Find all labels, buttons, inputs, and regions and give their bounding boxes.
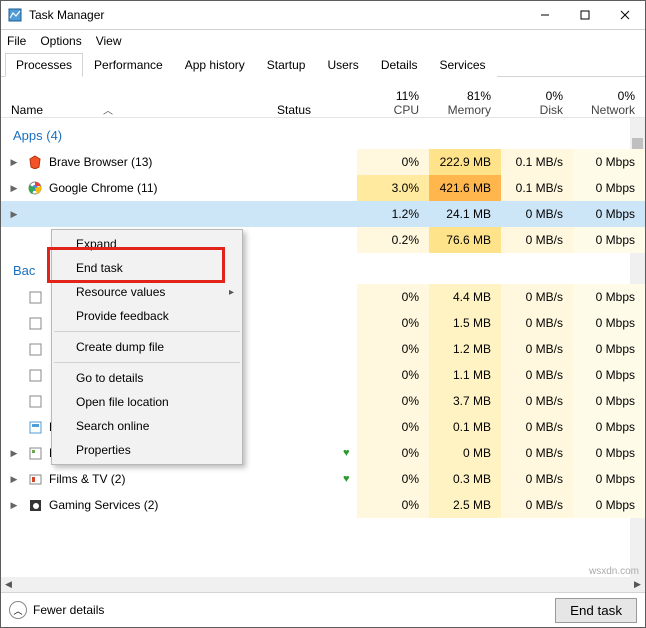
- footer: ︿ Fewer details End task: [1, 592, 645, 627]
- cell-disk: 0.1 MB/s: [501, 149, 573, 175]
- cell-cpu: 1.2%: [357, 201, 429, 227]
- tab-services[interactable]: Services: [429, 53, 497, 77]
- column-network[interactable]: 0%Network: [573, 89, 645, 117]
- features-icon: [27, 419, 43, 435]
- close-button[interactable]: [605, 1, 645, 29]
- fewer-details-label: Fewer details: [33, 603, 104, 617]
- cell-memory: 76.6 MB: [429, 227, 501, 253]
- cell-cpu: 0.2%: [357, 227, 429, 253]
- app-icon: [27, 206, 43, 222]
- maximize-button[interactable]: [565, 1, 605, 29]
- cell-cpu: 0%: [357, 149, 429, 175]
- process-name: Brave Browser (13): [49, 155, 263, 169]
- cell-memory: 421.6 MB: [429, 175, 501, 201]
- table-row-selected[interactable]: ▶ 1.2% 24.1 MB 0 MB/s 0 Mbps: [1, 201, 645, 227]
- generic-process-icon: [27, 367, 43, 383]
- tab-details[interactable]: Details: [370, 53, 429, 77]
- table-row[interactable]: ▶ Google Chrome (11) 3.0% 421.6 MB 0.1 M…: [1, 175, 645, 201]
- table-row[interactable]: ▶ Gaming Services (2) 0% 2.5 MB 0 MB/s 0…: [1, 492, 645, 518]
- context-provide-feedback[interactable]: Provide feedback: [52, 304, 242, 328]
- cell-disk: 0 MB/s: [501, 227, 573, 253]
- column-memory[interactable]: 81%Memory: [429, 89, 501, 117]
- menu-separator: [54, 331, 240, 332]
- sort-indicator-icon: ︿: [103, 102, 113, 117]
- group-apps: Apps (4): [1, 118, 645, 149]
- tab-processes[interactable]: Processes: [5, 53, 83, 77]
- context-menu: Expand End task Resource values Provide …: [51, 229, 243, 465]
- tab-users[interactable]: Users: [316, 53, 369, 77]
- context-resource-values[interactable]: Resource values: [52, 280, 242, 304]
- column-header[interactable]: Name ︿ Status 11%CPU 81%Memory 0%Disk 0%…: [1, 77, 645, 118]
- chevron-right-icon[interactable]: ▶: [1, 209, 21, 220]
- cell-disk: 0.1 MB/s: [501, 175, 573, 201]
- context-search-online[interactable]: Search online: [52, 414, 242, 438]
- menu-file[interactable]: File: [7, 34, 26, 48]
- brave-icon: [27, 154, 43, 170]
- tab-startup[interactable]: Startup: [256, 53, 317, 77]
- column-name[interactable]: Name: [11, 103, 43, 117]
- leaf-icon: ♥: [343, 473, 357, 485]
- cell-memory: 222.9 MB: [429, 149, 501, 175]
- window-title: Task Manager: [29, 8, 525, 22]
- generic-process-icon: [27, 315, 43, 331]
- context-open-file-location[interactable]: Open file location: [52, 390, 242, 414]
- end-task-button[interactable]: End task: [555, 598, 637, 623]
- chevron-up-icon: ︿: [9, 601, 27, 619]
- table-row[interactable]: ▶ Films & TV (2)♥ 0% 0.3 MB 0 MB/s 0 Mbp…: [1, 466, 645, 492]
- process-name: Gaming Services (2): [49, 498, 263, 512]
- tabstrip: Processes Performance App history Startu…: [1, 52, 645, 77]
- process-name: Google Chrome (11): [49, 181, 263, 195]
- cell-network: 0 Mbps: [573, 175, 645, 201]
- titlebar: Task Manager: [1, 1, 645, 30]
- column-status[interactable]: Status: [277, 103, 357, 117]
- tab-performance[interactable]: Performance: [83, 53, 174, 77]
- chevron-right-icon[interactable]: ▶: [1, 500, 21, 511]
- table-row[interactable]: ▶ Brave Browser (13) 0% 222.9 MB 0.1 MB/…: [1, 149, 645, 175]
- chevron-right-icon[interactable]: ▶: [1, 448, 21, 459]
- context-end-task[interactable]: End task: [52, 256, 242, 280]
- scroll-left-icon[interactable]: ◀: [1, 579, 16, 590]
- app-icon: [7, 7, 23, 23]
- cell-network: 0 Mbps: [573, 201, 645, 227]
- task-manager-window: Task Manager File Options View Processes…: [0, 0, 646, 628]
- column-cpu[interactable]: 11%CPU: [357, 89, 429, 117]
- leaf-icon: ♥: [343, 447, 357, 459]
- feeds-icon: [27, 445, 43, 461]
- context-expand[interactable]: Expand: [52, 232, 242, 256]
- tab-app-history[interactable]: App history: [174, 53, 256, 77]
- gaming-services-icon: [27, 497, 43, 513]
- horizontal-scrollbar[interactable]: ◀ ▶: [1, 577, 645, 592]
- cell-network: 0 Mbps: [573, 227, 645, 253]
- minimize-button[interactable]: [525, 1, 565, 29]
- chevron-right-icon[interactable]: ▶: [1, 183, 21, 194]
- chrome-icon: [27, 180, 43, 196]
- scroll-right-icon[interactable]: ▶: [630, 579, 645, 590]
- column-disk[interactable]: 0%Disk: [501, 89, 573, 117]
- menu-options[interactable]: Options: [40, 34, 81, 48]
- generic-process-icon: [27, 341, 43, 357]
- menu-separator: [54, 362, 240, 363]
- context-create-dump[interactable]: Create dump file: [52, 335, 242, 359]
- cell-disk: 0 MB/s: [501, 201, 573, 227]
- process-name: Films & TV (2): [49, 472, 263, 486]
- films-tv-icon: [27, 471, 43, 487]
- cell-cpu: 3.0%: [357, 175, 429, 201]
- context-go-to-details[interactable]: Go to details: [52, 366, 242, 390]
- chevron-right-icon[interactable]: ▶: [1, 474, 21, 485]
- cell-memory: 24.1 MB: [429, 201, 501, 227]
- fewer-details-toggle[interactable]: ︿ Fewer details: [9, 601, 104, 619]
- context-properties[interactable]: Properties: [52, 438, 242, 462]
- generic-process-icon: [27, 393, 43, 409]
- menu-view[interactable]: View: [96, 34, 122, 48]
- watermark: wsxdn.com: [589, 566, 639, 577]
- generic-process-icon: [27, 289, 43, 305]
- chevron-right-icon[interactable]: ▶: [1, 157, 21, 168]
- menubar: File Options View: [1, 30, 645, 52]
- cell-network: 0 Mbps: [573, 149, 645, 175]
- app-icon: [27, 232, 43, 248]
